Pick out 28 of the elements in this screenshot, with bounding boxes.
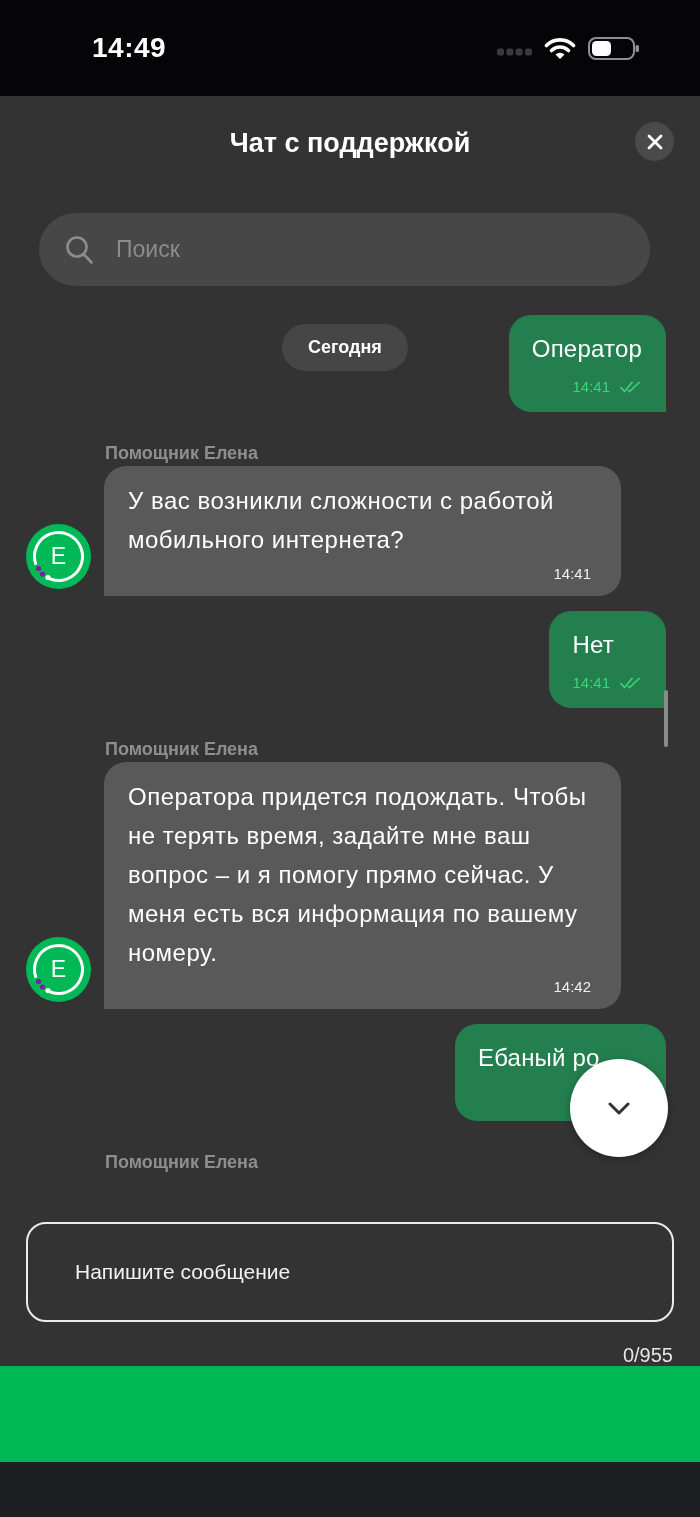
battery-icon — [588, 36, 639, 60]
scroll-indicator — [664, 690, 668, 747]
message-text: Нет — [572, 630, 614, 660]
close-button[interactable] — [635, 122, 674, 161]
message-text: Оператор — [531, 334, 642, 364]
chevron-down-icon — [608, 1101, 630, 1115]
message-time: 14:41 — [572, 377, 610, 397]
avatar: Е — [26, 524, 91, 589]
date-label: Сегодня — [282, 324, 408, 371]
close-icon — [646, 133, 663, 150]
message-text: Оператора придется подождать. Чтобы не терять время, задайте мне ваш вопрос – и я помогу прямо сейчас. У меня есть вся информация по вашему номеру. — [128, 782, 588, 968]
status-time: 14:49 — [92, 32, 167, 64]
wifi-icon — [544, 36, 576, 60]
search-icon — [66, 236, 93, 264]
message-time: 14:41 — [572, 673, 610, 693]
message-text: Ебаный ро — [478, 1043, 600, 1073]
chat-title: Чат с поддержкой — [229, 127, 471, 159]
sender-name: Помощник Елена — [105, 443, 258, 463]
character-counter: 0/955 — [622, 1344, 673, 1366]
message-text: У вас возникли сложности с работой мобильного интернета? — [128, 486, 555, 555]
message-field[interactable]: Напишите сообщение — [26, 1222, 674, 1322]
message-time: 14:41 — [553, 566, 591, 582]
sender-name: Помощник Елена — [105, 739, 258, 759]
sender-name: Помощник Елена — [105, 1152, 258, 1172]
message-time: 14:42 — [553, 979, 591, 995]
signal-icon — [497, 48, 532, 56]
avatar: Е — [26, 937, 91, 1002]
search-field[interactable]: Поиск — [39, 213, 650, 286]
